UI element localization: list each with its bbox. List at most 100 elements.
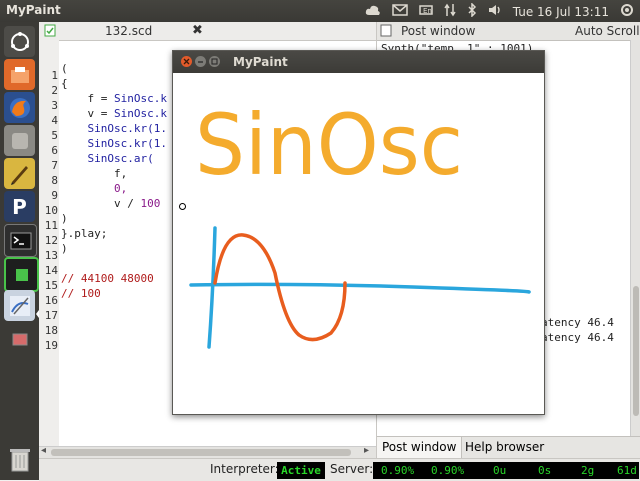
files-icon[interactable] (4, 59, 35, 90)
editor-tab-bar: 132.scd ✖ (39, 22, 376, 41)
document-icon (44, 24, 56, 40)
post-line: atency 46.4 (541, 331, 614, 344)
x-axis-stroke (189, 282, 531, 294)
ugen-count: 0u (493, 464, 507, 477)
power-gear-icon[interactable] (620, 3, 634, 20)
maximize-window-icon[interactable] (209, 56, 220, 67)
post-tabs: Post window Help browser (377, 436, 640, 459)
volume-icon[interactable] (488, 4, 502, 19)
cpu-peak: 0.90% (431, 464, 465, 477)
bluetooth-icon[interactable] (467, 2, 477, 20)
line-number: 7 (51, 159, 58, 172)
interpreter-label: Interpreter: (210, 462, 279, 476)
mypaint-icon[interactable] (4, 290, 35, 321)
auto-scroll-button[interactable]: Auto Scroll (575, 24, 640, 38)
close-window-icon[interactable] (181, 56, 192, 67)
synthdef-count: 61d (617, 464, 637, 477)
line-number: 18 (44, 324, 58, 337)
cpu-average: 0.90% (381, 464, 415, 477)
svg-text:En: En (423, 7, 432, 15)
synth-count: 0s (538, 464, 552, 477)
mail-icon[interactable] (391, 4, 408, 19)
code-line: SinOsc.kr(1. (61, 122, 167, 135)
code-line: 0, (113, 182, 128, 195)
post-scrollbar[interactable] (630, 40, 640, 436)
paint-canvas[interactable]: SinOsc (173, 73, 544, 413)
line-number: 8 (51, 174, 58, 187)
scrollbar-thumb[interactable] (51, 449, 351, 456)
clock[interactable]: Tue 16 Jul 13:11 (513, 5, 609, 19)
minimize-window-icon[interactable] (195, 56, 206, 67)
brush-cursor (179, 203, 186, 210)
keyboard-icon[interactable]: En (418, 4, 433, 19)
close-tab-icon[interactable]: ✖ (192, 23, 203, 38)
code-comment: // 44100 48000 (61, 272, 154, 285)
line-number: 3 (51, 99, 58, 112)
line-number: 9 (51, 189, 58, 202)
line-number: 10 (44, 204, 58, 217)
code-line: v / 100 (61, 197, 161, 210)
code-comment: // 100 (61, 287, 101, 300)
code-line: v = SinOsc.k (61, 107, 167, 120)
code-line: ( (61, 62, 68, 75)
line-number: 5 (51, 129, 58, 142)
network-icon[interactable] (444, 3, 456, 20)
code-line: { (61, 77, 68, 90)
line-number: 2 (51, 84, 58, 97)
y-axis-stroke (207, 226, 217, 349)
system-tray: En Tue 16 Jul 13:11 (365, 2, 634, 20)
trash-icon[interactable] (4, 444, 35, 475)
code-line: }.play; (61, 227, 108, 240)
line-number: 17 (44, 309, 58, 322)
pidgin-icon[interactable]: P (4, 191, 35, 222)
handwritten-sinosc: SinOsc (195, 96, 463, 194)
tab-help-browser[interactable]: Help browser (460, 437, 549, 458)
line-number: 13 (44, 249, 58, 262)
line-number: 15 (44, 279, 58, 292)
minimized-app-icon[interactable] (4, 323, 35, 354)
unity-launcher: P (0, 22, 39, 480)
post-window-header: Post window Auto Scroll (377, 22, 640, 41)
server-label: Server: (330, 462, 374, 476)
status-bar: Interpreter: Active Server: 0.90% 0.90% … (39, 458, 640, 481)
top-panel: MyPaint En Tue 16 Jul 13:11 (0, 0, 640, 22)
server-status[interactable]: 0.90% 0.90% 0u 0s 2g 61d (373, 462, 639, 479)
line-number: 4 (51, 114, 58, 127)
terminal-icon[interactable] (4, 224, 37, 257)
post-line: atency 46.4 (541, 316, 614, 329)
code-line: ) (61, 212, 68, 225)
mypaint-window-title: MyPaint (233, 55, 288, 69)
line-number-gutter: 1 2 3 4 5 6 7 8 9 10 11 12 13 14 15 16 1… (39, 40, 59, 458)
post-window-title: Post window (401, 24, 476, 38)
firefox-icon[interactable] (4, 92, 35, 123)
group-count: 2g (581, 464, 595, 477)
code-line: ) (61, 242, 68, 255)
mypaint-window: MyPaint SinOsc (172, 50, 545, 415)
dropbox-icon[interactable] (365, 4, 381, 19)
line-number: 11 (44, 219, 58, 232)
line-number: 14 (44, 264, 58, 277)
line-number: 6 (51, 144, 58, 157)
code-line: f, (61, 167, 128, 180)
code-line: f = SinOsc.k (61, 92, 167, 105)
code-line: SinOsc.kr(1. (61, 137, 167, 150)
mypaint-title-bar[interactable]: MyPaint (173, 51, 544, 73)
sine-wave-stroke (213, 233, 347, 342)
text-editor-icon[interactable] (4, 158, 35, 189)
monitor-icon[interactable] (4, 257, 39, 292)
line-number: 12 (44, 234, 58, 247)
tab-post-window[interactable]: Post window (377, 437, 463, 458)
interpreter-status[interactable]: Active (277, 462, 325, 479)
line-number: 1 (51, 69, 58, 82)
scrollbar-thumb[interactable] (633, 286, 639, 416)
document-icon (380, 24, 392, 40)
line-number: 19 (44, 339, 58, 352)
line-number: 16 (44, 294, 58, 307)
app-icon[interactable] (4, 125, 35, 156)
scroll-right-icon[interactable]: ▸ (364, 445, 369, 456)
editor-tab-title[interactable]: 132.scd (105, 24, 152, 38)
ubuntu-home-icon[interactable] (4, 26, 35, 57)
scroll-left-icon[interactable]: ◂ (41, 445, 46, 456)
active-app-name: MyPaint (6, 3, 61, 17)
code-line: SinOsc.ar( (61, 152, 154, 165)
